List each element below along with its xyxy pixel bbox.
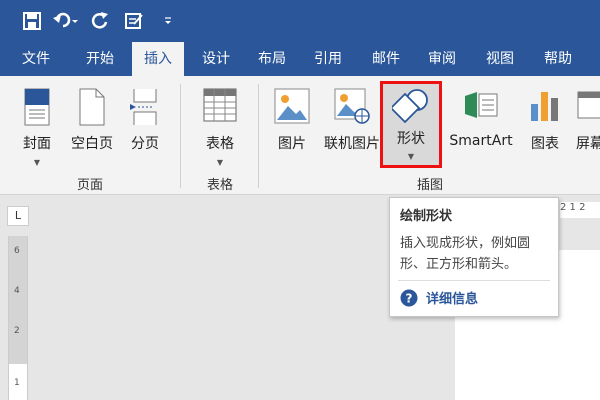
table-group-label: 表格 bbox=[206, 178, 233, 193]
chart-button[interactable]: 图表 bbox=[520, 82, 570, 172]
save-button[interactable] bbox=[18, 9, 46, 33]
tab-selector-button[interactable]: L bbox=[7, 206, 29, 226]
chart-icon bbox=[531, 92, 558, 121]
ruler-tick: 2 1 2 bbox=[560, 202, 586, 213]
tooltip-divider bbox=[398, 280, 550, 281]
blank-page-icon bbox=[79, 88, 105, 126]
shapes-tooltip: 绘制形状 插入现成形状，例如圆形、正方形和箭头。 ? 详细信息 bbox=[389, 197, 559, 317]
pages-group-label: 页面 bbox=[76, 178, 103, 193]
online-picture-icon bbox=[334, 88, 370, 124]
ruler-tick: 1 bbox=[14, 378, 20, 388]
picture-label: 图片 bbox=[278, 136, 306, 152]
tab-design[interactable]: 设计 bbox=[190, 40, 242, 76]
customize-qat-button[interactable] bbox=[154, 9, 182, 33]
tab-home[interactable]: 开始 bbox=[72, 40, 128, 76]
svg-text:?: ? bbox=[406, 291, 413, 305]
group-separator bbox=[180, 84, 181, 188]
picture-button[interactable]: 图片 bbox=[268, 82, 316, 172]
illustrations-group-label: 插图 bbox=[416, 178, 443, 193]
table-icon bbox=[203, 88, 237, 122]
smartart-button[interactable]: SmartArt bbox=[446, 82, 516, 172]
redo-icon bbox=[91, 12, 108, 29]
tell-me-more-link[interactable]: ? 详细信息 bbox=[400, 288, 478, 307]
tell-me-more-label: 详细信息 bbox=[426, 292, 479, 307]
blank-page-button[interactable]: 空白页 bbox=[64, 82, 120, 172]
tab-mailings[interactable]: 邮件 bbox=[360, 40, 412, 76]
tab-file[interactable]: 文件 bbox=[10, 40, 62, 76]
tab-review[interactable]: 审阅 bbox=[416, 40, 468, 76]
smartart-label: SmartArt bbox=[449, 133, 513, 149]
help-icon: ? bbox=[400, 289, 418, 306]
group-separator bbox=[258, 84, 259, 188]
page-break-label: 分页 bbox=[131, 136, 159, 152]
cover-page-icon bbox=[24, 88, 50, 126]
picture-icon bbox=[274, 88, 310, 124]
ruler-tick: 4 bbox=[14, 286, 20, 296]
tab-references[interactable]: 引用 bbox=[302, 40, 354, 76]
tab-insert[interactable]: 插入 bbox=[132, 42, 184, 76]
table-button[interactable]: 表格 ▼ bbox=[192, 82, 248, 172]
online-picture-button[interactable]: 联机图片 bbox=[320, 82, 384, 172]
redo-button[interactable] bbox=[86, 9, 114, 33]
ribbon-tabs: 文件 开始 插入 设计 布局 引用 邮件 审阅 视图 帮助 bbox=[0, 40, 600, 76]
quick-access-toolbar bbox=[18, 9, 188, 33]
page-break-icon bbox=[130, 89, 157, 125]
shapes-label: 形状 bbox=[397, 131, 425, 147]
ruler-tick: 2 bbox=[14, 326, 20, 336]
table-label: 表格 bbox=[206, 136, 234, 152]
tab-help[interactable]: 帮助 bbox=[530, 40, 586, 76]
tab-layout[interactable]: 布局 bbox=[246, 40, 298, 76]
undo-dropdown-icon bbox=[72, 20, 78, 23]
shapes-icon bbox=[392, 89, 428, 124]
chevron-down-icon: ▼ bbox=[33, 158, 41, 167]
touch-mode-button[interactable] bbox=[120, 9, 148, 33]
horizontal-ruler: 2 1 2 bbox=[560, 202, 600, 218]
tab-view[interactable]: 视图 bbox=[474, 40, 526, 76]
tooltip-title: 绘制形状 bbox=[400, 209, 453, 224]
online-picture-label: 联机图片 bbox=[324, 136, 380, 152]
edit-form-icon bbox=[125, 13, 143, 29]
customize-icon bbox=[165, 17, 171, 24]
chart-label: 图表 bbox=[531, 136, 559, 152]
tooltip-description: 插入现成形状，例如圆形、正方形和箭头。 bbox=[400, 236, 531, 272]
screenshot-button[interactable]: 屏幕 bbox=[572, 82, 600, 172]
cover-page-button[interactable]: 封面 ▼ bbox=[14, 82, 60, 172]
ruler-tick: 6 bbox=[14, 246, 20, 256]
screenshot-label: 屏幕 bbox=[576, 136, 600, 152]
blank-page-label: 空白页 bbox=[71, 136, 113, 152]
chevron-down-icon: ▼ bbox=[407, 152, 415, 161]
chevron-down-icon: ▼ bbox=[216, 158, 224, 167]
cover-page-label: 封面 bbox=[23, 136, 51, 152]
screenshot-icon bbox=[577, 91, 600, 119]
smartart-icon bbox=[465, 92, 498, 118]
undo-button[interactable] bbox=[52, 9, 80, 33]
page-break-button[interactable]: 分页 bbox=[122, 82, 168, 172]
title-bar bbox=[0, 0, 600, 40]
vertical-ruler: 6 4 2 1 bbox=[8, 236, 28, 400]
undo-icon bbox=[53, 12, 78, 28]
shapes-button[interactable]: 形状 ▼ bbox=[383, 82, 439, 163]
save-icon bbox=[23, 12, 41, 30]
ribbon-insert: 封面 ▼ 空白页 分页 页面 表格 ▼ 表格 图片 联机图片 形状 ▼ Smar… bbox=[0, 76, 600, 195]
